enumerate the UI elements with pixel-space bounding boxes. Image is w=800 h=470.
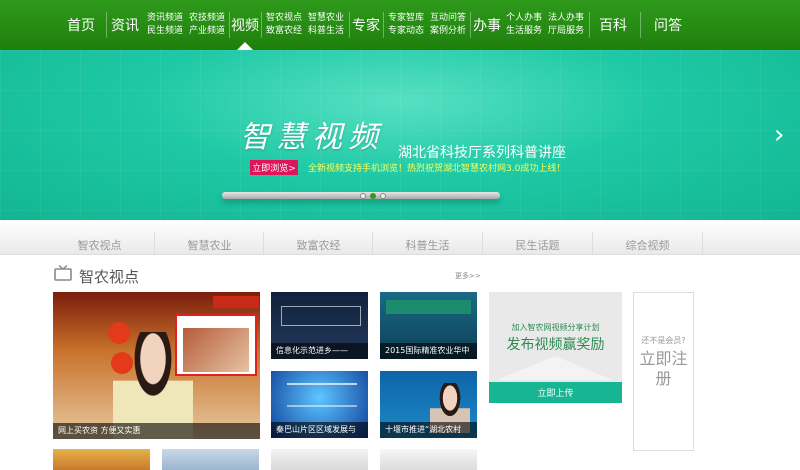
- video-caption: 秦巴山片区区域发展与: [271, 422, 368, 438]
- nav-divider: [106, 12, 107, 38]
- inset-image: [183, 328, 249, 372]
- nav-video-sub: 智农视点 致富农经: [264, 12, 304, 38]
- tab-zhinong-viewpoint[interactable]: 智农视点: [45, 220, 154, 255]
- tab-general-video[interactable]: 综合视频: [593, 220, 702, 255]
- nav-expert-sub: 专家智库 专家动态: [386, 12, 426, 38]
- nav-agritech-channel[interactable]: 农技频道: [187, 12, 227, 25]
- tab-livelihood[interactable]: 民生话题: [483, 220, 592, 255]
- thumbnail-banner: [386, 300, 471, 314]
- nav-affairs[interactable]: 办事: [472, 0, 502, 50]
- nav-industry-channel[interactable]: 产业频道: [187, 25, 227, 38]
- nav-news-sub: 资讯频道 民生频道: [145, 12, 185, 38]
- category-tabs: 智农视点 智慧农业 致富农经 科普生活 民生话题 综合视频: [0, 220, 800, 255]
- tab-rich-agri[interactable]: 致富农经: [264, 220, 373, 255]
- section-title: 智农视点: [79, 268, 140, 286]
- thumbnail-graphic: [287, 383, 357, 407]
- inset-video-frame: [175, 314, 257, 376]
- nav-expert-news[interactable]: 专家动态: [386, 25, 426, 38]
- nav-expert[interactable]: 专家: [351, 0, 381, 50]
- upload-now-button[interactable]: 立即上传: [489, 382, 622, 403]
- nav-affairs-life[interactable]: 生活服务: [504, 25, 544, 38]
- carousel-dot-active[interactable]: [370, 193, 376, 199]
- carousel-dot[interactable]: [360, 193, 366, 199]
- video-thumbnail[interactable]: [271, 449, 368, 470]
- nav-divider: [640, 12, 641, 38]
- video-thumbnail[interactable]: 2015国际精准农业华中: [380, 292, 477, 359]
- nav-active-indicator: [237, 42, 253, 50]
- nav-agri-sub: 农技频道 产业频道: [187, 12, 227, 38]
- nav-divider: [589, 12, 590, 38]
- carousel-dot[interactable]: [380, 193, 386, 199]
- video-thumbnail[interactable]: [162, 449, 259, 470]
- nav-video-sub2: 智慧农业 科普生活: [306, 12, 346, 38]
- banner-tagline: 全新视频支持手机浏览！热烈祝贺湖北智慧农村网3.0成功上线！: [308, 164, 566, 174]
- video-thumbnail[interactable]: 秦巴山片区区域发展与: [271, 371, 368, 438]
- upload-promo-card: 加入智农网视频分享计划 发布视频赢奖励 立即上传: [489, 292, 622, 403]
- nav-affairs-bureau[interactable]: 厅局服务: [546, 25, 586, 38]
- video-thumbnail-featured[interactable]: 网上买农资 方便又实惠: [53, 292, 260, 439]
- thumbnail-title-frame: [281, 306, 361, 326]
- nav-expert-pool[interactable]: 专家智库: [386, 12, 426, 25]
- video-thumbnail[interactable]: [53, 449, 150, 470]
- nav-video-viewpoint[interactable]: 智农视点: [264, 12, 304, 25]
- nav-qa[interactable]: 问答: [650, 0, 686, 50]
- video-caption: 网上买农资 方便又实惠: [53, 423, 260, 439]
- nav-video-science[interactable]: 科普生活: [306, 25, 346, 38]
- nav-news[interactable]: 资讯: [110, 0, 140, 50]
- register-card[interactable]: 还不是会员? 立即注册: [633, 292, 694, 451]
- nav-affairs-sub: 个人办事 生活服务: [504, 12, 544, 38]
- banner-subtitle: 湖北省科技厅系列科普讲座: [398, 145, 566, 161]
- tab-science-life[interactable]: 科普生活: [373, 220, 482, 255]
- not-member-text: 还不是会员?: [641, 336, 686, 345]
- channel-logo: [213, 296, 259, 308]
- video-caption: 2015国际精准农业华中: [380, 343, 477, 359]
- tab-divider: [702, 232, 703, 254]
- video-caption: 信息化示范进乡——: [271, 343, 368, 359]
- nav-expert-qa[interactable]: 互动问答: [428, 12, 468, 25]
- register-now-link[interactable]: 立即注册: [634, 349, 693, 389]
- more-link[interactable]: 更多>>: [455, 271, 481, 281]
- nav-livelihood-channel[interactable]: 民生频道: [145, 25, 185, 38]
- promo-main-text: 发布视频赢奖励: [506, 337, 605, 353]
- nav-video-rich[interactable]: 致富农经: [264, 25, 304, 38]
- nav-divider: [349, 12, 350, 38]
- tab-smart-agri[interactable]: 智慧农业: [155, 220, 264, 255]
- top-nav: 首页 资讯 资讯频道 民生频道 农技频道 产业频道 视频 智农视点 致富农经 智…: [0, 0, 800, 50]
- promo-decoration: [497, 356, 613, 380]
- nav-affairs-legal[interactable]: 法人办事: [546, 12, 586, 25]
- carousel-dots: [360, 193, 386, 199]
- hero-banner[interactable]: 智慧视频 湖北省科技厅系列科普讲座 立即浏览> 全新视频支持手机浏览！热烈祝贺湖…: [0, 50, 800, 220]
- video-thumbnail[interactable]: 十堰市推进“湖北农村: [380, 371, 477, 438]
- nav-expert-sub2: 互动问答 案例分析: [428, 12, 468, 38]
- nav-divider: [470, 12, 471, 38]
- video-thumbnail[interactable]: [380, 449, 477, 470]
- promo-top-text: 加入智农网视频分享计划: [511, 323, 600, 332]
- nav-divider: [261, 12, 262, 38]
- browse-now-button[interactable]: 立即浏览>: [250, 160, 298, 175]
- next-arrow-icon[interactable]: ›: [774, 120, 784, 150]
- nav-divider: [383, 12, 384, 38]
- nav-news-channel[interactable]: 资讯频道: [145, 12, 185, 25]
- nav-video-smart[interactable]: 智慧农业: [306, 12, 346, 25]
- nav-wiki[interactable]: 百科: [595, 0, 631, 50]
- video-caption: 十堰市推进“湖北农村: [380, 422, 477, 438]
- nav-expert-cases[interactable]: 案例分析: [428, 25, 468, 38]
- tv-icon: [54, 265, 72, 281]
- banner-title: 智慧视频: [240, 120, 384, 155]
- nav-affairs-sub2: 法人办事 厅局服务: [546, 12, 586, 38]
- video-thumbnail[interactable]: 信息化示范进乡——: [271, 292, 368, 359]
- nav-affairs-personal[interactable]: 个人办事: [504, 12, 544, 25]
- nav-home[interactable]: 首页: [60, 0, 102, 50]
